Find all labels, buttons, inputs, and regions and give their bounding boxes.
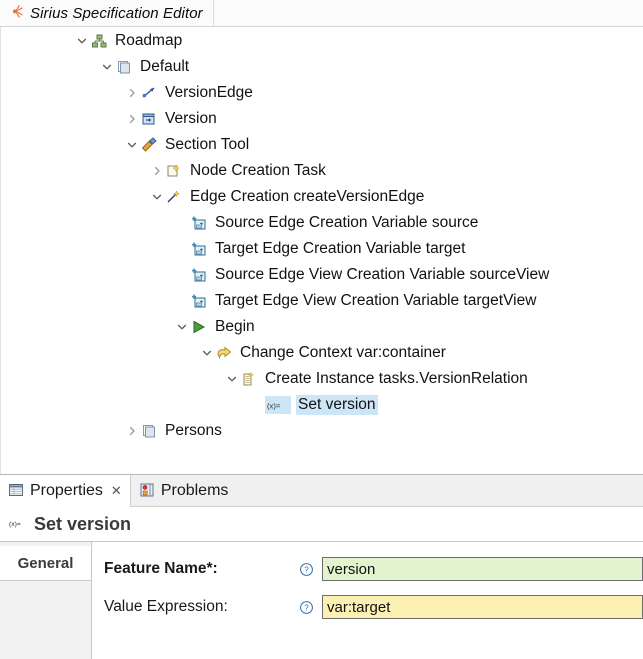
feature-name-input[interactable]: version [322, 557, 643, 581]
tree-row-label: Begin [215, 318, 255, 335]
tab-sirius-specification-editor[interactable]: Sirius Specification Editor [0, 0, 214, 26]
tree-row-label: Default [140, 58, 190, 75]
help-icon[interactable]: ? [296, 600, 316, 615]
variable-icon [190, 240, 208, 258]
tree-row-label: Change Context var:container [240, 344, 446, 361]
tree-row-label: Target Edge Creation Variable target [215, 240, 466, 257]
close-icon[interactable]: ✕ [111, 485, 122, 498]
node-mapping-icon [140, 110, 158, 128]
create-instance-icon [240, 370, 258, 388]
sirius-specification-editor-window: Sirius Specification Editor Roadmap Defau… [0, 0, 643, 474]
tree-row[interactable]: Source Edge View Creation Variable sourc… [1, 262, 643, 288]
tree-row[interactable]: VersionEdge [1, 80, 643, 106]
properties-fields: Feature Name*:? version Value Expression:?… [92, 542, 643, 659]
tree-row-label: Source Edge Creation Variable source [215, 214, 479, 231]
svg-text:?: ? [304, 565, 309, 574]
tree-row[interactable]: Edge Creation createVersionEdge [1, 184, 643, 210]
tree-row-label: Edge Creation createVersionEdge [190, 188, 425, 205]
view-tab-bar: Properties ✕ Problems [0, 475, 643, 507]
view-tab-label: Problems [160, 482, 229, 499]
viewpoint-icon [90, 32, 108, 50]
view-tab-problems[interactable]: Problems [131, 475, 237, 507]
tree-row[interactable]: Create Instance tasks.VersionRelation [1, 366, 643, 392]
tree-row-label: Source Edge View Creation Variable sourc… [215, 266, 550, 283]
tree-row[interactable]: Target Edge View Creation Variable targe… [1, 288, 643, 314]
view-tab-properties[interactable]: Properties ✕ [0, 475, 131, 507]
diagram-description-icon [140, 422, 158, 440]
help-icon[interactable]: ? [296, 562, 316, 577]
svg-text:?: ? [304, 603, 309, 612]
tree-row-label: VersionEdge [165, 84, 253, 101]
change-context-icon [215, 344, 233, 362]
field-label: Value Expression: [104, 598, 228, 615]
editor-tab-bar: Sirius Specification Editor [0, 0, 643, 27]
chevron-right-icon[interactable] [124, 106, 140, 132]
variable-icon [190, 292, 208, 310]
tree-row-label: Version [165, 110, 217, 127]
tree-row-label: Node Creation Task [190, 162, 326, 179]
tree-row[interactable]: Change Context var:container [1, 340, 643, 366]
tree-row[interactable]: Begin [1, 314, 643, 340]
problems-icon [139, 482, 155, 501]
tree-row[interactable]: Target Edge Creation Variable target [1, 236, 643, 262]
tree-row-label: Roadmap [115, 32, 183, 49]
tree-row[interactable]: Persons [1, 418, 643, 444]
tree-row[interactable]: Source Edge Creation Variable source [1, 210, 643, 236]
chevron-down-icon[interactable] [74, 28, 90, 54]
diagram-description-icon [115, 58, 133, 76]
property-field-row: Feature Name*:? version [92, 550, 643, 588]
chevron-down-icon[interactable] [149, 184, 165, 210]
chevron-down-icon[interactable] [174, 314, 190, 340]
tree-row-label: Set version [296, 395, 378, 415]
tree-row[interactable]: Node Creation Task [1, 158, 643, 184]
variable-icon [190, 214, 208, 232]
begin-icon [190, 318, 208, 336]
chevron-down-icon[interactable] [199, 340, 215, 366]
property-field-row: Value Expression:? var:target [92, 588, 643, 626]
sirius-icon [9, 4, 24, 22]
properties-icon [8, 482, 24, 501]
tree-row-label: Persons [165, 422, 222, 439]
properties-title: Set version [34, 513, 132, 534]
tree-row[interactable]: Section Tool [1, 132, 643, 158]
tree-row[interactable]: Roadmap [1, 28, 643, 54]
value-expression-input[interactable]: var:target [322, 595, 643, 619]
properties-tab-general[interactable]: General [0, 546, 91, 581]
node-creation-icon [165, 162, 183, 180]
set-value-icon: (x)= [9, 516, 27, 533]
tree-row-label: Section Tool [165, 136, 250, 153]
field-label: Feature Name*: [104, 560, 218, 577]
tool-section-icon [140, 136, 158, 154]
chevron-down-icon[interactable] [124, 132, 140, 158]
edge-creation-icon [165, 188, 183, 206]
chevron-right-icon[interactable] [149, 158, 165, 184]
variable-icon [190, 266, 208, 284]
chevron-down-icon[interactable] [99, 54, 115, 80]
svg-text:(x)=: (x)= [267, 401, 281, 410]
chevron-down-icon[interactable] [224, 366, 240, 392]
tree-row[interactable]: Version [1, 106, 643, 132]
tree-row-label: Target Edge View Creation Variable targe… [215, 292, 537, 309]
edge-mapping-icon [140, 84, 158, 102]
tree-row-label: Create Instance tasks.VersionRelation [265, 370, 528, 387]
properties-header: (x)= Set version [0, 507, 643, 541]
properties-view: Properties ✕ Problems (x)= Set version Gen… [0, 474, 643, 659]
editor-tab-title: Sirius Specification Editor [30, 4, 203, 22]
tree-row[interactable]: (x)= Set version [1, 392, 643, 418]
properties-content: General Feature Name*:? version Value Expr… [0, 541, 643, 659]
svg-text:(x)=: (x)= [9, 521, 21, 528]
set-value-icon: (x)= [265, 396, 291, 414]
model-explorer-tree[interactable]: Roadmap Default VersionEdge Version Section … [1, 28, 643, 474]
chevron-right-icon[interactable] [124, 418, 140, 444]
chevron-right-icon[interactable] [124, 80, 140, 106]
tree-row[interactable]: Default [1, 54, 643, 80]
properties-body: (x)= Set version General Feature Name*:?… [0, 507, 643, 659]
properties-side-tabs[interactable]: General [0, 542, 92, 659]
view-tab-label: Properties [30, 482, 103, 499]
